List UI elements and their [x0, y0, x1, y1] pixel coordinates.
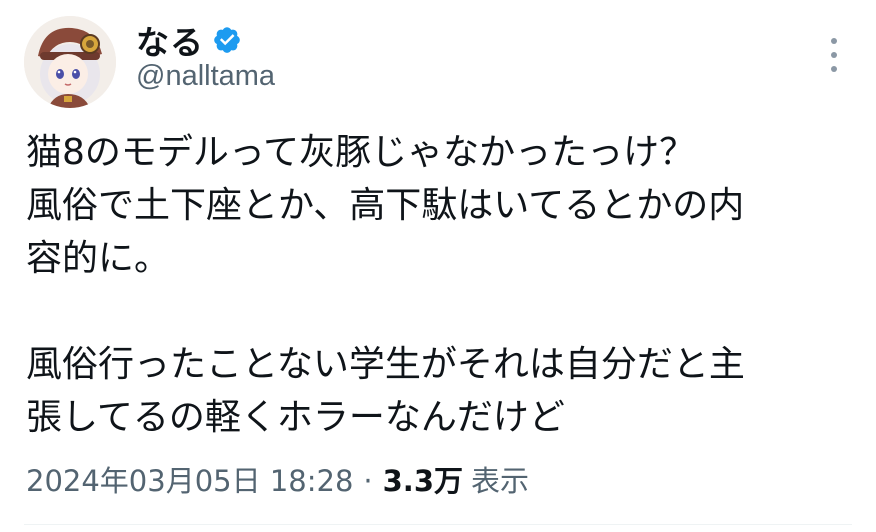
- tweet-meta: 2024年03月05日 18:28 · 3.3万 表示: [26, 458, 529, 500]
- tweet-card: なる @nalltama 猫8のモデルって灰豚じゃなかったっけ？ 風俗で土下座と…: [0, 0, 876, 532]
- more-vertical-icon[interactable]: [822, 38, 846, 72]
- tweet-text: 猫8のモデルって灰豚じゃなかったっけ？ 風俗で土下座とか、高下駄はいてるとかの内…: [26, 132, 745, 438]
- more-dot: [831, 66, 837, 72]
- tweet-timestamp[interactable]: 2024年03月05日 18:28: [26, 458, 353, 500]
- avatar[interactable]: [24, 16, 116, 108]
- author-display-name[interactable]: なる: [136, 16, 204, 64]
- author-name-row: なる: [136, 18, 242, 62]
- divider: [24, 524, 852, 525]
- more-dot: [831, 52, 837, 58]
- views-label: 表示: [471, 464, 530, 498]
- views-count[interactable]: 3.3万: [383, 458, 463, 500]
- meta-separator: ·: [363, 464, 373, 498]
- author-handle[interactable]: @nalltama: [136, 60, 275, 93]
- verified-badge-icon: [214, 27, 240, 53]
- avatar-illustration-icon: [24, 16, 116, 108]
- more-dot: [831, 38, 837, 44]
